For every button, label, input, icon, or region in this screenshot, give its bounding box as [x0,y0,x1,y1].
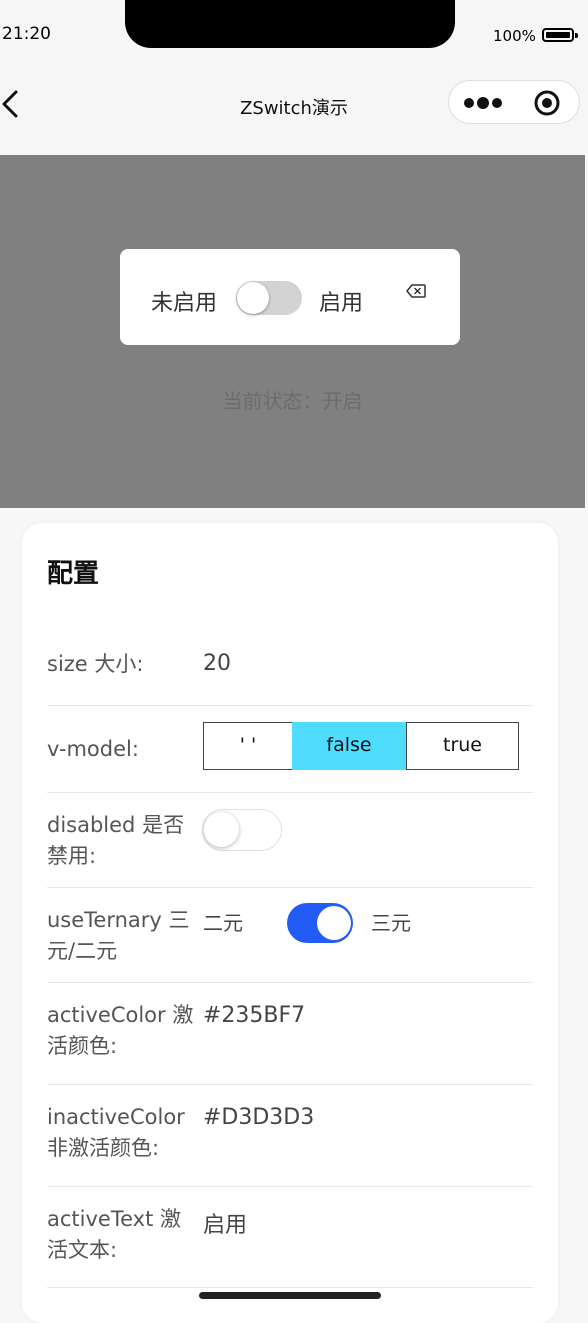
home-indicator [199,1292,381,1299]
vmodel-segmented-control: ' ' false true [203,722,519,770]
clear-button[interactable] [405,283,427,299]
active-text-label: activeText 激活文本: [47,1207,181,1262]
config-title: 配置 [47,559,100,589]
inactive-color-value[interactable]: #D3D3D3 [203,1105,314,1130]
config-row-active-text: activeText 激活文本: 启用 [47,1187,533,1288]
demo-switch-card: 未启用 启用 [120,249,460,345]
vmodel-label: v-model: [47,737,139,761]
disabled-switch[interactable] [202,809,282,851]
camera-notch [125,0,455,48]
more-button[interactable] [461,89,517,117]
size-value[interactable]: 20 [203,651,231,676]
config-row-use-ternary: useTernary 三元/二元 二元 三元 [47,888,533,983]
config-row-disabled: disabled 是否禁用: [47,793,533,888]
inactive-text: 未启用 [151,291,218,316]
switch-knob [237,282,269,314]
ternary-text: 三元 [371,911,411,935]
binary-text: 二元 [203,911,243,935]
close-miniprogram-button[interactable] [527,87,567,119]
config-row-inactive-color: inactiveColor 非激活颜色: #D3D3D3 [47,1085,533,1187]
demo-switch[interactable] [236,281,302,315]
navigation-bar: ZSwitch演示 [0,60,588,140]
preview-area: 未启用 启用 当前状态：开启 [0,155,585,508]
vmodel-option-true[interactable]: true [406,722,519,770]
vmodel-option-empty[interactable]: ' ' [203,722,293,770]
status-time: 21:20 [2,24,51,44]
current-status: 当前状态：开启 [222,389,363,413]
active-color-label: activeColor 激活颜色: [47,1003,194,1058]
config-row-size: size 大小: 20 [47,623,533,706]
config-row-vmodel: v-model: ' ' false true [47,706,533,793]
more-dots-icon [464,97,502,109]
disabled-label: disabled 是否禁用: [47,813,185,868]
vmodel-option-false[interactable]: false [292,722,406,770]
config-row-active-color: activeColor 激活颜色: #235BF7 [47,983,533,1085]
status-bar: 21:20 100% [0,0,588,60]
battery-percent: 100% [493,27,536,45]
size-label: size 大小: [47,652,144,676]
battery-icon [542,28,578,42]
active-color-value[interactable]: #235BF7 [203,1003,305,1028]
config-card: 配置 size 大小: 20 v-model: ' ' false true d… [22,523,558,1323]
target-icon [534,90,560,116]
use-ternary-switch[interactable] [287,903,353,943]
inactive-color-label: inactiveColor 非激活颜色: [47,1105,185,1160]
capsule-menu [448,80,580,124]
active-text: 启用 [319,291,364,316]
switch-knob [317,906,351,940]
use-ternary-label: useTernary 三元/二元 [47,908,190,963]
active-text-value[interactable]: 启用 [203,1207,247,1239]
switch-knob [204,812,239,847]
backspace-icon [406,284,426,298]
